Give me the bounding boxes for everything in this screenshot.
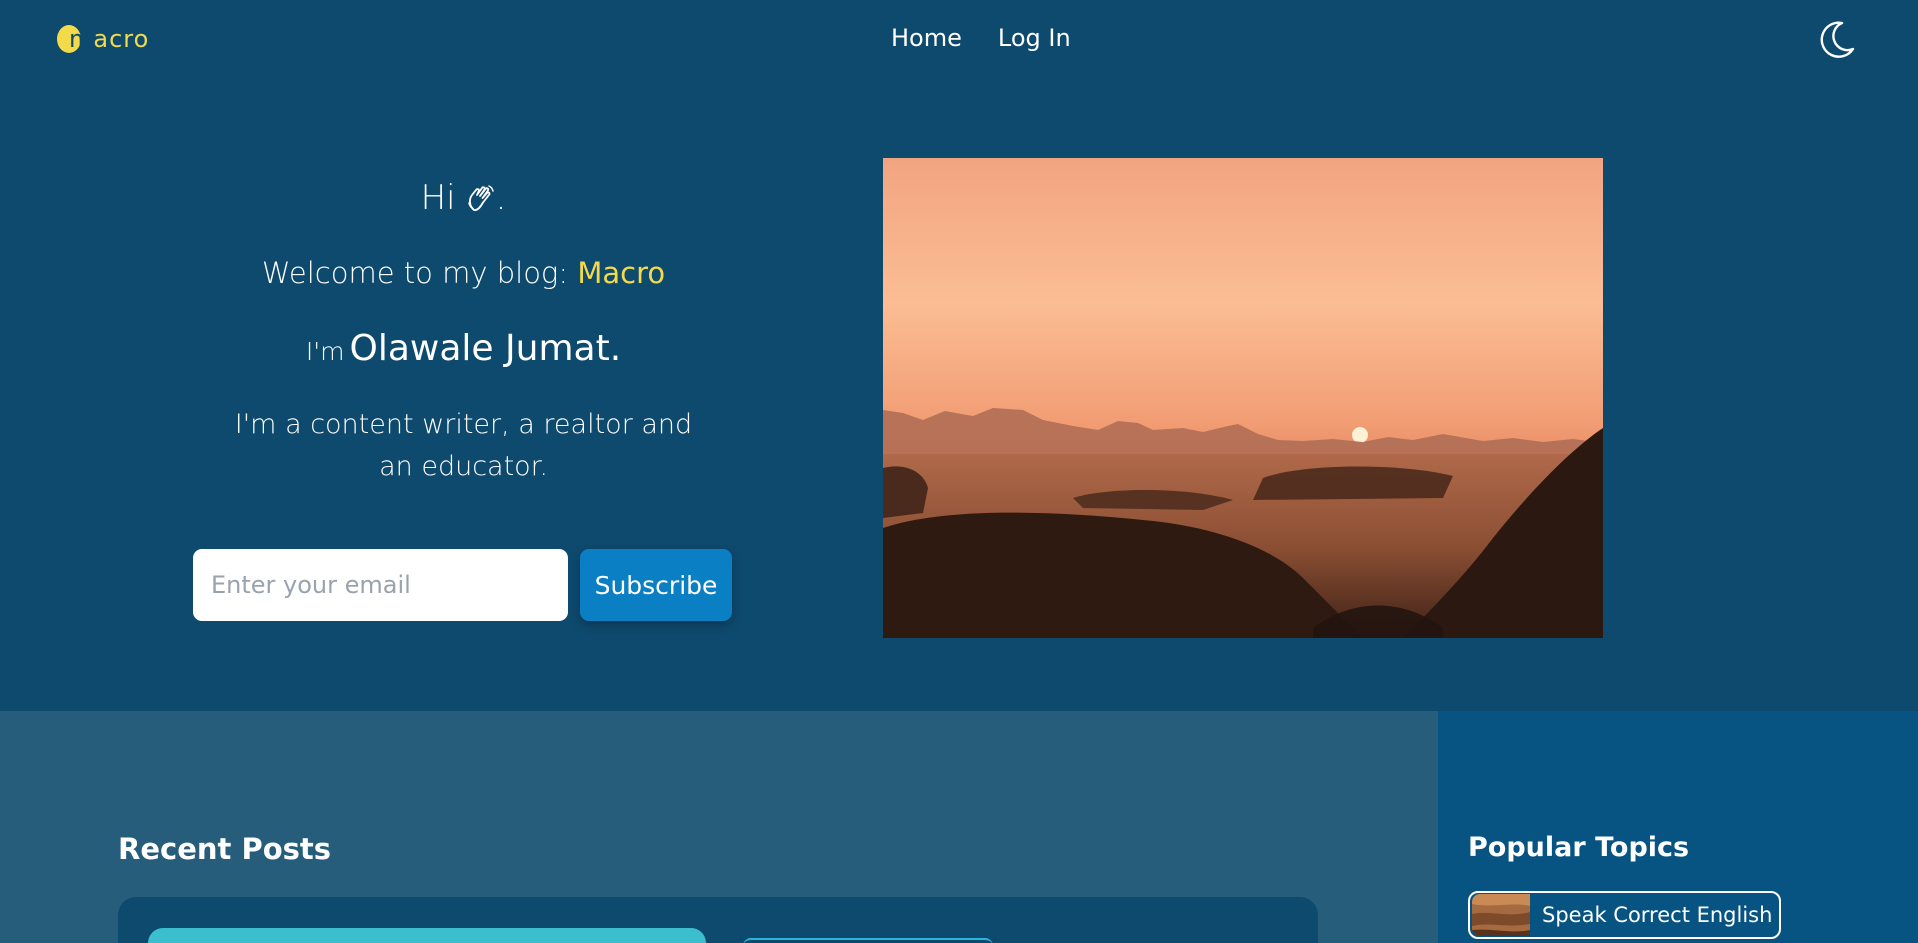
nav-link-home[interactable]: Home [891, 24, 962, 52]
recent-posts-title: Recent Posts [118, 832, 332, 866]
post-divider [743, 938, 993, 943]
topic-label: Speak Correct English [1542, 903, 1773, 927]
author-bio: I'm a content writer, a realtor and an e… [234, 409, 693, 482]
author-name: Olawale Jumat. [349, 328, 622, 369]
blog-name: Macro [577, 256, 666, 290]
greeting: Hi . [420, 178, 507, 218]
subscribe-form: Subscribe [193, 549, 732, 621]
main-nav: Home Log In [891, 24, 1071, 52]
recent-posts-section: Recent Posts [0, 711, 1438, 943]
topic-chip[interactable]: Speak Correct English [1468, 891, 1782, 939]
topic-thumbnail [1472, 894, 1530, 936]
hero-image [883, 158, 1603, 638]
popular-topics-title: Popular Topics [1468, 832, 1690, 863]
top-navbar: macro Home Log In [0, 0, 1918, 78]
nav-link-login[interactable]: Log In [998, 24, 1071, 52]
popular-topics-section: Popular Topics Speak Correct English [1438, 711, 1918, 943]
hero-section: Hi . Welcome to my blog: Macro I'm Olawa… [0, 78, 1918, 711]
waving-hand-icon [466, 182, 496, 212]
moon-icon[interactable] [1818, 19, 1856, 59]
logo-text: macro [69, 25, 150, 53]
subscribe-button[interactable]: Subscribe [580, 549, 732, 621]
page: macro Home Log In Hi . Welcome to my blo… [0, 0, 1918, 943]
email-input[interactable] [193, 549, 568, 621]
author-line: I'm Olawale Jumat. [305, 328, 622, 369]
site-logo[interactable]: macro [57, 22, 149, 56]
post-card[interactable] [118, 897, 1318, 943]
welcome-line: Welcome to my blog: Macro [261, 256, 666, 290]
post-category-pill [148, 928, 706, 943]
